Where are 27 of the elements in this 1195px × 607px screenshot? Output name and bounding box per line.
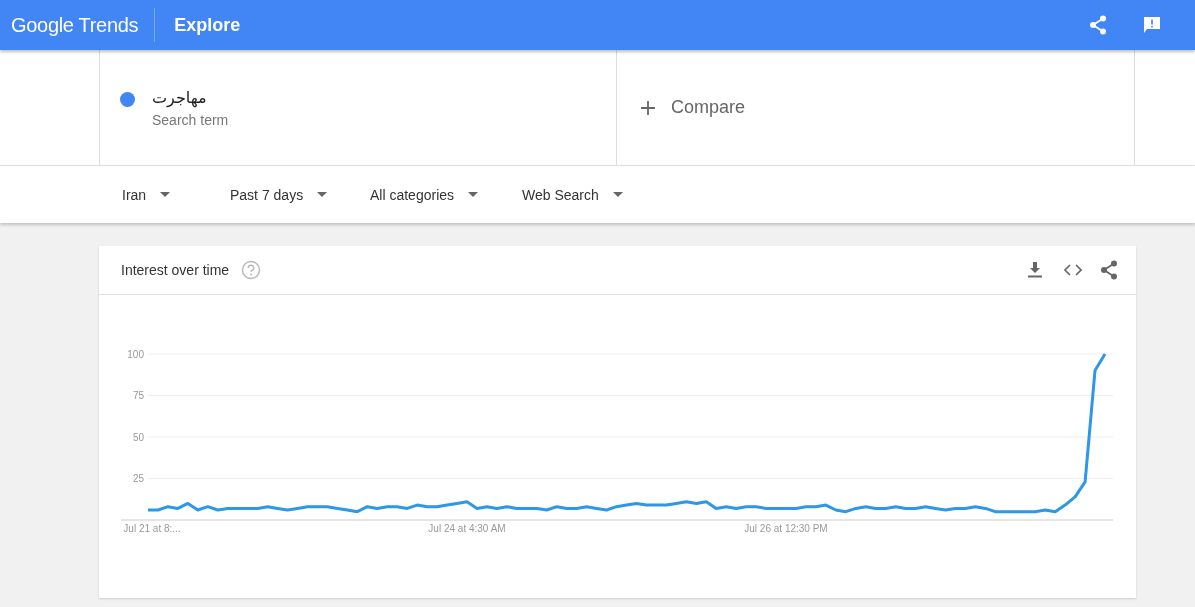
share-icon[interactable] [1089, 15, 1107, 35]
caret-icon [160, 192, 171, 197]
y-axis-label: 75 [132, 390, 144, 401]
plus-icon [641, 100, 655, 115]
caret-icon [468, 192, 479, 197]
x-axis-label: Jul 21 at 8:... [123, 523, 181, 534]
caret-icon [317, 192, 328, 197]
share-icon[interactable] [1100, 260, 1118, 280]
page-title: Explore [174, 14, 242, 36]
logo[interactable]: Google Trends [0, 13, 155, 37]
compare-button[interactable]: Compare [617, 96, 752, 119]
y-axis-label: 100 [127, 348, 144, 360]
filter-dropdown[interactable]: Iran [122, 186, 230, 203]
filter-dropdown[interactable]: Web Search [522, 186, 632, 203]
card-title: Interest over time [121, 262, 230, 278]
x-axis-label: Jul 26 at 12:30 PM [744, 523, 828, 534]
download-icon[interactable] [1028, 262, 1042, 278]
caret-icon [612, 192, 623, 197]
search-term[interactable]: مهاجرت [152, 87, 229, 107]
y-axis-label: 25 [132, 473, 144, 484]
filter-dropdown[interactable]: Past 7 days [230, 186, 370, 203]
x-axis-label: Jul 24 at 4:30 AM [428, 523, 506, 534]
y-axis-label: 50 [132, 431, 144, 443]
embed-icon[interactable] [1064, 264, 1082, 276]
filter-dropdown[interactable]: All categories [370, 186, 522, 203]
search-term-label: Search term [152, 111, 229, 128]
feedback-icon[interactable] [1143, 16, 1161, 34]
